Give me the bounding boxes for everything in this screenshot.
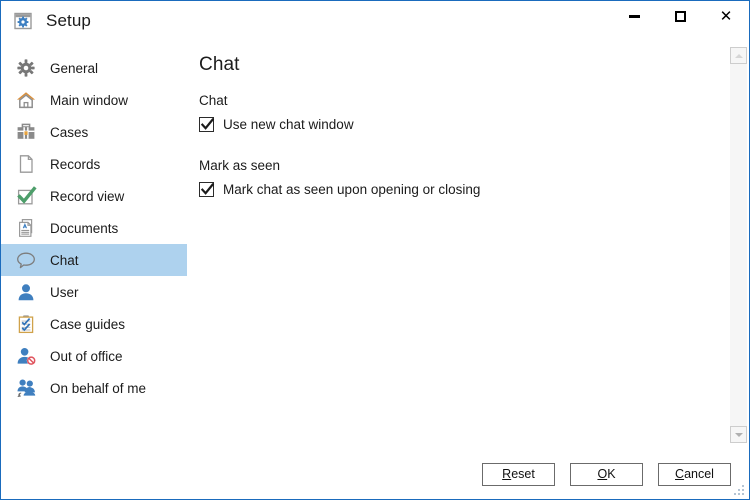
maximize-icon — [674, 10, 686, 22]
settings-sidebar: General Main window Cases Records Record… — [1, 41, 187, 449]
cancel-button-label: Cancel — [675, 467, 714, 481]
close-button[interactable]: ✕ — [703, 1, 749, 31]
sidebar-item-label: User — [50, 284, 79, 300]
dialog-footer: Reset OK Cancel — [1, 449, 749, 499]
checkbox-use-new-chat-window[interactable] — [199, 117, 215, 132]
sidebar-item-label: Record view — [50, 188, 125, 204]
cancel-button[interactable]: Cancel — [658, 462, 731, 486]
gear-icon — [15, 57, 37, 79]
sidebar-item-chat[interactable]: Chat — [1, 244, 187, 276]
window-controls: ✕ — [611, 1, 749, 41]
page-title: Chat — [199, 54, 240, 75]
ok-button[interactable]: OK — [570, 462, 643, 486]
page-icon — [15, 153, 37, 175]
window-body: General Main window Cases Records Record… — [1, 41, 749, 449]
sidebar-item-on-behalf-of-me[interactable]: On behalf of me — [1, 372, 187, 404]
sidebar-item-label: Case guides — [50, 316, 126, 332]
checkmark-box-icon — [15, 185, 37, 207]
sidebar-item-cases[interactable]: Cases — [1, 116, 187, 148]
resize-grip[interactable] — [733, 484, 746, 497]
scroll-down-arrow-icon — [734, 432, 743, 437]
close-icon: ✕ — [719, 7, 733, 25]
sidebar-item-records[interactable]: Records — [1, 148, 187, 180]
briefcase-icon — [15, 121, 37, 143]
scroll-up-button[interactable] — [730, 47, 747, 64]
checkbox-row-mark-chat-as-seen[interactable]: Mark chat as seen upon opening or closin… — [199, 182, 749, 197]
sidebar-item-main-window[interactable]: Main window — [1, 84, 187, 116]
checkmark-icon — [200, 183, 215, 195]
title-bar: Setup ✕ — [1, 1, 749, 41]
scroll-up-arrow-icon — [734, 53, 743, 58]
minimize-button[interactable] — [611, 1, 657, 31]
speech-bubble-icon — [15, 249, 37, 271]
sidebar-item-out-of-office[interactable]: Out of office — [1, 340, 187, 372]
checkbox-row-use-new-chat-window[interactable]: Use new chat window — [199, 117, 749, 132]
sidebar-item-record-view[interactable]: Record view — [1, 180, 187, 212]
sidebar-item-label: Cases — [50, 124, 89, 140]
person-icon — [15, 281, 37, 303]
person-blocked-icon — [15, 345, 37, 367]
sidebar-item-label: Chat — [50, 252, 79, 268]
sidebar-item-case-guides[interactable]: Case guides — [1, 308, 187, 340]
people-group-icon — [15, 377, 37, 399]
sidebar-item-label: General — [50, 60, 99, 76]
group-label-mark-as-seen: Mark as seen — [199, 158, 281, 173]
checkbox-label: Use new chat window — [223, 117, 354, 132]
document-text-icon — [15, 217, 37, 239]
content-scrollbar[interactable] — [730, 47, 747, 443]
setup-window: Setup ✕ General Main window Cases Record… — [0, 0, 750, 500]
group-label-chat: Chat — [199, 93, 228, 108]
ok-button-label: OK — [597, 467, 616, 481]
sidebar-item-label: Records — [50, 156, 101, 172]
home-icon — [15, 89, 37, 111]
sidebar-item-label: Documents — [50, 220, 119, 236]
checkmark-icon — [200, 118, 215, 130]
sidebar-item-label: Main window — [50, 92, 129, 108]
sidebar-item-general[interactable]: General — [1, 52, 187, 84]
minimize-icon — [628, 14, 640, 18]
checkbox-label: Mark chat as seen upon opening or closin… — [223, 182, 481, 197]
settings-content: Chat Chat Use new chat window Mark as se… — [187, 41, 749, 449]
sidebar-item-label: On behalf of me — [50, 380, 147, 396]
scroll-down-button[interactable] — [730, 426, 747, 443]
sidebar-item-label: Out of office — [50, 348, 123, 364]
setup-gear-window-icon — [12, 10, 34, 32]
maximize-button[interactable] — [657, 1, 703, 31]
sidebar-item-user[interactable]: User — [1, 276, 187, 308]
reset-button[interactable]: Reset — [482, 462, 555, 486]
scrollbar-track[interactable] — [730, 64, 747, 426]
checkbox-mark-chat-as-seen[interactable] — [199, 182, 215, 197]
clipboard-check-icon — [15, 313, 37, 335]
sidebar-item-documents[interactable]: Documents — [1, 212, 187, 244]
reset-button-label: Reset — [502, 467, 535, 481]
window-title: Setup — [46, 11, 91, 30]
